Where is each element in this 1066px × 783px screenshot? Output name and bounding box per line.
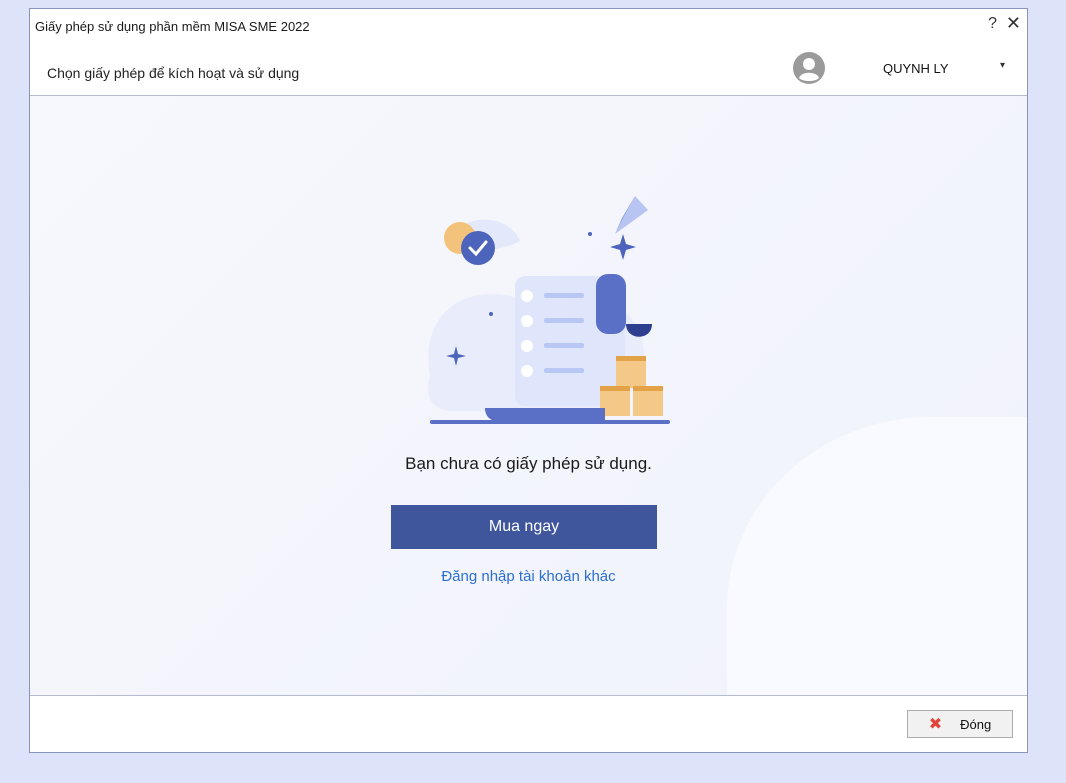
window-title: Giấy phép sử dụng phần mềm MISA SME 2022 (35, 19, 310, 34)
close-button-label: Đóng (960, 716, 992, 732)
header-subtitle: Chọn giấy phép để kích hoạt và sử dụng (47, 65, 300, 81)
user-name[interactable]: QUYNH LY (883, 61, 949, 76)
login-other-account-link[interactable]: Đăng nhập tài khoản khác (30, 568, 1027, 585)
buy-now-button[interactable]: Mua ngay (391, 505, 657, 549)
paper-plane-icon (615, 196, 648, 234)
chevron-down-icon[interactable]: ▾ (1000, 60, 1005, 71)
license-illustration (428, 196, 670, 424)
sparkle-icon (610, 234, 636, 260)
close-x-icon: ✖ (928, 716, 943, 733)
window-close-button[interactable]: ✕ (1006, 13, 1021, 34)
dialog-header: Chọn giấy phép để kích hoạt và sử dụng Q… (30, 43, 1027, 96)
title-bar: Giấy phép sử dụng phần mềm MISA SME 2022… (30, 9, 1027, 43)
main-content: Bạn chưa có giấy phép sử dụng. Mua ngay … (30, 96, 1027, 697)
license-dialog: Giấy phép sử dụng phần mềm MISA SME 2022… (29, 8, 1028, 753)
help-button[interactable]: ? (988, 15, 997, 33)
close-button[interactable]: ✖ Đóng (907, 710, 1013, 738)
no-license-message: Bạn chưa có giấy phép sử dụng. (405, 454, 652, 473)
user-avatar-icon[interactable] (793, 52, 825, 84)
dialog-footer: ✖ Đóng (30, 695, 1027, 752)
check-badge-icon (461, 231, 495, 265)
